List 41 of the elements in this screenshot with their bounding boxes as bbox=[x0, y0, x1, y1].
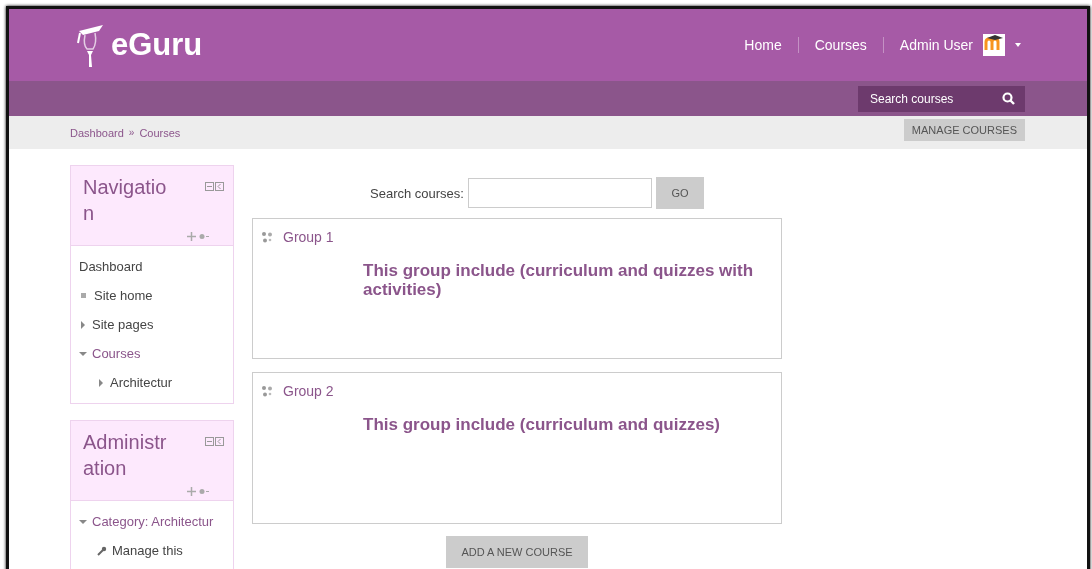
caret-icon[interactable] bbox=[1015, 43, 1021, 47]
go-button[interactable]: GO bbox=[655, 177, 704, 209]
block-title: Administration bbox=[83, 430, 168, 481]
search-label: Search courses: bbox=[370, 185, 464, 201]
site-logo-text[interactable]: eGuru bbox=[111, 27, 203, 63]
group-description: This group include (curriculum and quizzes) bbox=[363, 415, 722, 434]
group-icon bbox=[261, 385, 273, 397]
course-search-input[interactable] bbox=[467, 178, 652, 208]
triangle-icon[interactable] bbox=[79, 320, 87, 329]
group-link[interactable]: Group 1 bbox=[283, 229, 334, 245]
block-controls-icon[interactable] bbox=[205, 182, 225, 191]
add-course-button[interactable]: ADD A NEW COURSE bbox=[446, 536, 588, 568]
tree-item[interactable]: Site home bbox=[79, 281, 225, 310]
breadcrumb-link[interactable]: Dashboard bbox=[70, 126, 124, 139]
user-menu-link[interactable]: Admin User bbox=[899, 37, 973, 53]
wrench-icon bbox=[97, 545, 107, 556]
triangle-icon[interactable] bbox=[97, 378, 105, 387]
manage-courses-button[interactable]: MANAGE COURSES bbox=[903, 118, 1025, 141]
tree-item[interactable]: Courses bbox=[79, 339, 225, 368]
move-settings-icon[interactable] bbox=[187, 487, 209, 496]
triangle-icon[interactable] bbox=[79, 517, 87, 526]
group-icon bbox=[261, 231, 273, 243]
block-controls-icon[interactable] bbox=[205, 437, 225, 446]
group-description: This group include (curriculum and quizzes with activities) bbox=[363, 261, 755, 299]
user-avatar-icon[interactable] bbox=[983, 34, 1005, 56]
tree-item[interactable]: Site pages bbox=[79, 310, 225, 339]
breadcrumb-link[interactable]: Courses bbox=[139, 126, 181, 139]
tree-item[interactable]: Category: Architectur bbox=[79, 507, 225, 536]
nav-link[interactable]: Home bbox=[744, 37, 782, 53]
move-settings-icon[interactable] bbox=[187, 232, 209, 241]
search-input[interactable]: Search courses bbox=[870, 91, 1002, 106]
breadcrumb-separator: » bbox=[128, 126, 135, 139]
tree-item[interactable]: Dashboard bbox=[79, 252, 225, 281]
tree-item[interactable]: Manage this bbox=[79, 536, 225, 565]
tree-item[interactable]: Architectur bbox=[79, 368, 225, 397]
search-field[interactable]: Search courses bbox=[858, 85, 1025, 112]
search-icon[interactable] bbox=[1002, 92, 1015, 105]
group-link[interactable]: Group 2 bbox=[283, 383, 334, 399]
triangle-icon[interactable] bbox=[79, 349, 87, 358]
block-title: Navigation bbox=[83, 175, 168, 226]
nav-link[interactable]: Courses bbox=[814, 37, 867, 53]
